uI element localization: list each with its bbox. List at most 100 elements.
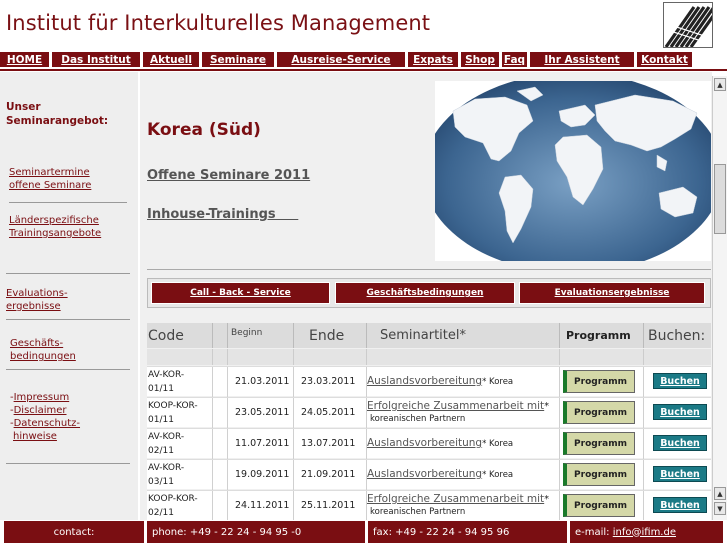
footer-email: e-mail: info@ifim.de bbox=[570, 521, 723, 543]
col-divider bbox=[227, 349, 228, 365]
scroll-down-arrow-icon[interactable]: ▼ bbox=[714, 502, 726, 515]
seminar-title-link[interactable]: Erfolgreiche Zusammenarbeit mit bbox=[367, 493, 544, 505]
nav-kontakt[interactable]: Kontakt bbox=[637, 52, 692, 67]
table-row: AV-KOR- 02/11 11.07.2011 13.07.2011 Auslands… bbox=[147, 428, 711, 459]
ifim-logo[interactable] bbox=[663, 2, 713, 48]
email-link[interactable]: info@ifim.de bbox=[613, 527, 676, 538]
seminar-code: KOOP-KOR- 01/11 bbox=[148, 401, 198, 425]
seminar-title-link[interactable]: Erfolgreiche Zusammenarbeit mit bbox=[367, 400, 544, 412]
nav-shop[interactable]: Shop bbox=[461, 52, 499, 67]
nav-das-institut[interactable]: Das Institut bbox=[52, 52, 140, 67]
table-row: AV-KOR- 03/11 19.09.2011 21.09.2011 Auslands… bbox=[147, 459, 711, 490]
service-button-row: Call - Back - Service Geschäftsbedingung… bbox=[147, 278, 711, 308]
col-divider bbox=[227, 460, 228, 490]
sidebar-link-disclaimer[interactable]: -Disclaimer bbox=[10, 404, 80, 417]
program-button[interactable]: Programm bbox=[563, 432, 635, 455]
nav-divider bbox=[0, 69, 727, 71]
sidebar-link-impressum[interactable]: -Impressum bbox=[10, 391, 80, 404]
col-divider bbox=[212, 491, 213, 520]
inhouse-trainings-link[interactable]: Inhouse-Trainings bbox=[147, 207, 298, 222]
table-header: Code Beginn Ende Seminartitel* Programm … bbox=[147, 323, 711, 348]
seminar-title: Auslandsvorbereitung* Korea bbox=[367, 437, 514, 449]
seminar-title: Auslandsvorbereitung* Korea bbox=[367, 375, 514, 387]
page-scrollbar[interactable]: ▲ ▲ ▼ bbox=[712, 76, 727, 520]
footer: contact: phone: +49 - 22 24 - 94 95 -0 f… bbox=[0, 520, 727, 545]
sidebar-legal-links: -Impressum -Disclaimer -Datenschutz- hin… bbox=[10, 391, 81, 442]
seminar-code: AV-KOR- 02/11 bbox=[148, 432, 185, 456]
seminar-title-link[interactable]: Auslandsvorbereitung bbox=[367, 375, 482, 387]
seminar-end-date: 25.11.2011 bbox=[301, 500, 356, 511]
col-divider bbox=[643, 323, 644, 348]
seminar-end-date: 21.09.2011 bbox=[301, 469, 356, 480]
col-divider bbox=[559, 460, 560, 490]
col-code: Code bbox=[148, 327, 184, 344]
col-divider bbox=[212, 429, 213, 459]
page-title: Korea (Süd) bbox=[147, 120, 261, 140]
nav-seminare[interactable]: Seminare bbox=[202, 52, 274, 67]
seminar-title-link[interactable]: Auslandsvorbereitung bbox=[367, 468, 482, 480]
col-divider bbox=[643, 367, 644, 397]
seminar-title: Erfolgreiche Zusammenarbeit mit* koreanis… bbox=[367, 493, 549, 517]
book-button[interactable]: Buchen bbox=[653, 466, 707, 482]
program-button[interactable]: Programm bbox=[563, 401, 635, 424]
program-button[interactable]: Programm bbox=[563, 463, 635, 486]
sidebar-link-seminartermine[interactable]: Seminartermine offene Seminare bbox=[9, 166, 91, 192]
scrollbar-thumb[interactable] bbox=[714, 164, 726, 234]
main-nav: HOME Das Institut Aktuell Seminare Ausreise-… bbox=[0, 52, 727, 69]
col-divider bbox=[227, 491, 228, 520]
table-subheader bbox=[147, 349, 711, 365]
seminar-title: Erfolgreiche Zusammenarbeit mit* koreanis… bbox=[367, 400, 549, 424]
nav-expats[interactable]: Expats bbox=[408, 52, 458, 67]
seminar-begin-date: 19.09.2011 bbox=[235, 469, 290, 480]
sidebar: Unser Seminarangebot: Seminartermine off… bbox=[0, 72, 138, 520]
col-program: Programm bbox=[566, 329, 631, 342]
nav-home[interactable]: HOME bbox=[0, 52, 49, 67]
nav-ihr-assistent[interactable]: Ihr Assistent bbox=[530, 52, 634, 67]
col-divider bbox=[643, 460, 644, 490]
header: Institut für Interkulturelles Management bbox=[0, 0, 727, 50]
col-divider bbox=[366, 323, 367, 348]
col-divider bbox=[212, 349, 213, 365]
scroll-up-arrow-icon[interactable]: ▲ bbox=[714, 487, 726, 500]
evaluation-results-button[interactable]: Evaluationsergebnisse bbox=[519, 282, 705, 304]
sidebar-link-evaluation[interactable]: Evaluations- ergebnisse bbox=[6, 287, 68, 313]
nav-faq[interactable]: Faq bbox=[502, 52, 527, 67]
seminar-begin-date: 23.05.2011 bbox=[235, 407, 290, 418]
table-row: KOOP-KOR- 01/11 23.05.2011 24.05.2011 Erfolg… bbox=[147, 397, 711, 428]
col-divider bbox=[366, 349, 367, 365]
nav-aktuell[interactable]: Aktuell bbox=[143, 52, 199, 67]
col-begin: Beginn bbox=[231, 328, 263, 338]
seminar-code: KOOP-KOR- 02/11 bbox=[148, 494, 198, 518]
sidebar-link-geschaeftsbedingungen[interactable]: Geschäfts- bedingungen bbox=[10, 337, 76, 363]
scroll-up-arrow-icon[interactable]: ▲ bbox=[714, 78, 726, 91]
col-divider bbox=[559, 323, 560, 348]
sidebar-divider bbox=[6, 273, 130, 274]
footer-fax: fax: +49 - 22 24 - 94 95 96 bbox=[368, 521, 567, 543]
col-divider bbox=[293, 323, 294, 348]
book-button[interactable]: Buchen bbox=[653, 373, 707, 389]
seminar-code: AV-KOR- 01/11 bbox=[148, 370, 185, 394]
col-divider bbox=[559, 429, 560, 459]
book-button[interactable]: Buchen bbox=[653, 497, 707, 513]
book-button[interactable]: Buchen bbox=[653, 404, 707, 420]
col-divider bbox=[293, 491, 294, 520]
col-divider bbox=[293, 349, 294, 365]
sidebar-link-laender[interactable]: Länderspezifische Trainingsangebote bbox=[9, 214, 101, 240]
seminar-code: AV-KOR- 03/11 bbox=[148, 463, 185, 487]
col-divider bbox=[559, 398, 560, 428]
sidebar-link-datenschutz[interactable]: -Datenschutz- bbox=[10, 417, 80, 430]
callback-service-button[interactable]: Call - Back - Service bbox=[151, 282, 330, 304]
world-map-image bbox=[423, 73, 712, 273]
table-row: AV-KOR- 01/11 21.03.2011 23.03.2011 Auslands… bbox=[147, 366, 711, 397]
nav-ausreise-service[interactable]: Ausreise-Service bbox=[277, 52, 405, 67]
terms-button[interactable]: Geschäftsbedingungen bbox=[335, 282, 515, 304]
seminar-begin-date: 21.03.2011 bbox=[235, 376, 290, 387]
sidebar-divider bbox=[9, 202, 127, 203]
open-seminars-link[interactable]: Offene Seminare 2011 bbox=[147, 168, 310, 183]
footer-phone: phone: +49 - 22 24 - 94 95 -0 bbox=[147, 521, 365, 543]
program-button[interactable]: Programm bbox=[563, 494, 635, 517]
seminar-title-link[interactable]: Auslandsvorbereitung bbox=[367, 437, 482, 449]
program-button[interactable]: Programm bbox=[563, 370, 635, 393]
book-button[interactable]: Buchen bbox=[653, 435, 707, 451]
footer-contact-label: contact: bbox=[4, 521, 144, 543]
